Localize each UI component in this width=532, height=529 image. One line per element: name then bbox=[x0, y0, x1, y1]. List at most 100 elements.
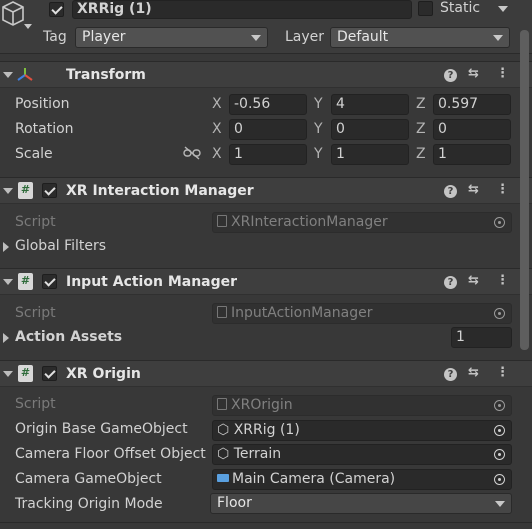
help-icon[interactable]: ? bbox=[444, 368, 457, 381]
foldout-arrow-icon[interactable] bbox=[3, 279, 13, 285]
kebab-menu-icon[interactable]: ⋮ bbox=[496, 273, 509, 288]
presets-icon[interactable]: ⇆ bbox=[468, 365, 479, 380]
transform-header[interactable]: Transform ? ⇆ ⋮ bbox=[0, 61, 532, 88]
scale-y-axis[interactable]: Y bbox=[314, 146, 323, 162]
tracking-origin-mode-dropdown[interactable]: Floor bbox=[210, 493, 512, 514]
global-filters-foldout-arrow-icon[interactable] bbox=[3, 242, 9, 252]
camera-floor-offset-object-label: Camera Floor Offset Object bbox=[15, 446, 206, 462]
script-icon: # bbox=[18, 182, 33, 199]
input-action-manager-enabled-checkbox[interactable] bbox=[42, 274, 57, 289]
scale-x-field[interactable]: 1 bbox=[229, 144, 307, 165]
cube-icon: ⬡ bbox=[217, 422, 230, 438]
rotation-z-axis[interactable]: Z bbox=[416, 121, 426, 137]
gameobject-name-field[interactable]: XRRig (1) bbox=[72, 0, 412, 19]
static-checkbox[interactable] bbox=[418, 1, 433, 16]
position-y-field[interactable]: 4 bbox=[331, 94, 409, 115]
object-picker-icon[interactable] bbox=[494, 425, 505, 436]
rotation-y-axis[interactable]: Y bbox=[314, 121, 323, 137]
help-icon[interactable]: ? bbox=[444, 185, 457, 198]
gameobject-active-checkbox[interactable] bbox=[49, 2, 64, 17]
cube-icon: ⬡ bbox=[217, 446, 230, 462]
origin-base-gameobject-label: Origin Base GameObject bbox=[15, 421, 188, 437]
origin-base-gameobject-value: XRRig (1) bbox=[233, 422, 300, 438]
layer-dropdown[interactable]: Default bbox=[330, 27, 510, 48]
camera-gameobject-value: Main Camera (Camera) bbox=[232, 471, 396, 487]
action-assets-label[interactable]: Action Assets bbox=[15, 329, 122, 345]
constrain-proportions-icon[interactable] bbox=[183, 146, 201, 160]
kebab-menu-icon[interactable]: ⋮ bbox=[496, 182, 509, 197]
position-z-field[interactable]: 0.597 bbox=[433, 94, 511, 115]
scale-label: Scale bbox=[15, 146, 53, 162]
object-picker-icon bbox=[494, 217, 505, 228]
inspector-scrollbar[interactable] bbox=[520, 30, 529, 350]
scale-y-field[interactable]: 1 bbox=[331, 144, 409, 165]
chevron-down-icon bbox=[495, 501, 505, 507]
camera-gameobject-field[interactable]: Main Camera (Camera) bbox=[212, 469, 512, 490]
position-y-axis[interactable]: Y bbox=[314, 96, 323, 112]
xr-interaction-manager-enabled-checkbox[interactable] bbox=[42, 183, 57, 198]
script-file-icon bbox=[217, 215, 227, 227]
global-filters-label[interactable]: Global Filters bbox=[15, 238, 106, 254]
foldout-arrow-icon[interactable] bbox=[3, 371, 13, 377]
xr-origin-title: XR Origin bbox=[66, 366, 141, 382]
position-x-field[interactable]: -0.56 bbox=[229, 94, 307, 115]
presets-icon[interactable]: ⇆ bbox=[468, 182, 479, 197]
scale-x-axis[interactable]: X bbox=[212, 146, 222, 162]
foldout-arrow-icon[interactable] bbox=[3, 72, 13, 78]
presets-icon[interactable]: ⇆ bbox=[468, 66, 479, 81]
rotation-y-field[interactable]: 0 bbox=[331, 119, 409, 140]
camera-floor-offset-object-field[interactable]: ⬡ Terrain bbox=[212, 444, 512, 465]
static-label: Static bbox=[440, 0, 481, 16]
kebab-menu-icon[interactable]: ⋮ bbox=[496, 66, 509, 81]
gameobject-icon-dropdown-caret[interactable] bbox=[24, 24, 32, 29]
object-picker-icon bbox=[494, 400, 505, 411]
transform-title: Transform bbox=[66, 67, 146, 83]
rotation-label: Rotation bbox=[15, 121, 74, 137]
xr-interaction-manager-script-label: Script bbox=[15, 214, 56, 230]
input-action-manager-title: Input Action Manager bbox=[66, 274, 238, 290]
kebab-menu-icon[interactable]: ⋮ bbox=[496, 365, 509, 380]
gameobject-cube-icon bbox=[2, 1, 24, 26]
xr-origin-enabled-checkbox[interactable] bbox=[42, 366, 57, 381]
input-action-manager-script-label: Script bbox=[15, 305, 56, 321]
script-icon: # bbox=[18, 273, 33, 290]
position-z-axis[interactable]: Z bbox=[416, 96, 426, 112]
input-action-manager-script-value: InputActionManager bbox=[231, 305, 373, 321]
origin-base-gameobject-field[interactable]: ⬡ XRRig (1) bbox=[212, 420, 512, 441]
presets-icon[interactable]: ⇆ bbox=[468, 273, 479, 288]
object-picker-icon[interactable] bbox=[494, 449, 505, 460]
xr-interaction-manager-header[interactable]: # XR Interaction Manager ? ⇆ ⋮ bbox=[0, 177, 532, 204]
static-dropdown-caret[interactable] bbox=[498, 6, 508, 12]
xr-interaction-manager-script-field: XRInteractionManager bbox=[212, 212, 512, 233]
transform-icon bbox=[17, 68, 33, 81]
action-assets-foldout-arrow-icon[interactable] bbox=[3, 333, 9, 343]
tag-dropdown[interactable]: Player bbox=[75, 27, 268, 48]
script-file-icon bbox=[217, 306, 227, 318]
script-icon: # bbox=[18, 365, 33, 382]
rotation-x-axis[interactable]: X bbox=[212, 121, 222, 137]
scale-z-field[interactable]: 1 bbox=[433, 144, 511, 165]
help-icon[interactable]: ? bbox=[444, 69, 457, 82]
rotation-x-field[interactable]: 0 bbox=[229, 119, 307, 140]
rotation-z-field[interactable]: 0 bbox=[433, 119, 511, 140]
xr-origin-script-value: XROrigin bbox=[231, 397, 293, 413]
layer-value: Default bbox=[337, 29, 389, 45]
layer-label: Layer bbox=[285, 29, 325, 45]
action-assets-count-field[interactable]: 1 bbox=[451, 327, 512, 348]
bottom-divider bbox=[0, 522, 532, 523]
position-x-axis[interactable]: X bbox=[212, 96, 222, 112]
chevron-down-icon bbox=[251, 35, 261, 41]
object-picker-icon bbox=[494, 308, 505, 319]
tracking-origin-mode-value: Floor bbox=[217, 495, 252, 511]
foldout-arrow-icon[interactable] bbox=[3, 188, 13, 194]
tag-value: Player bbox=[82, 29, 126, 45]
tag-label: Tag bbox=[43, 29, 67, 45]
scale-z-axis[interactable]: Z bbox=[416, 146, 426, 162]
input-action-manager-header[interactable]: # Input Action Manager ? ⇆ ⋮ bbox=[0, 268, 532, 295]
camera-icon bbox=[217, 474, 229, 482]
help-icon[interactable]: ? bbox=[444, 276, 457, 289]
xr-origin-header[interactable]: # XR Origin ? ⇆ ⋮ bbox=[0, 360, 532, 387]
input-action-manager-script-field: InputActionManager bbox=[212, 303, 512, 324]
xr-interaction-manager-title: XR Interaction Manager bbox=[66, 183, 254, 199]
object-picker-icon[interactable] bbox=[494, 474, 505, 485]
